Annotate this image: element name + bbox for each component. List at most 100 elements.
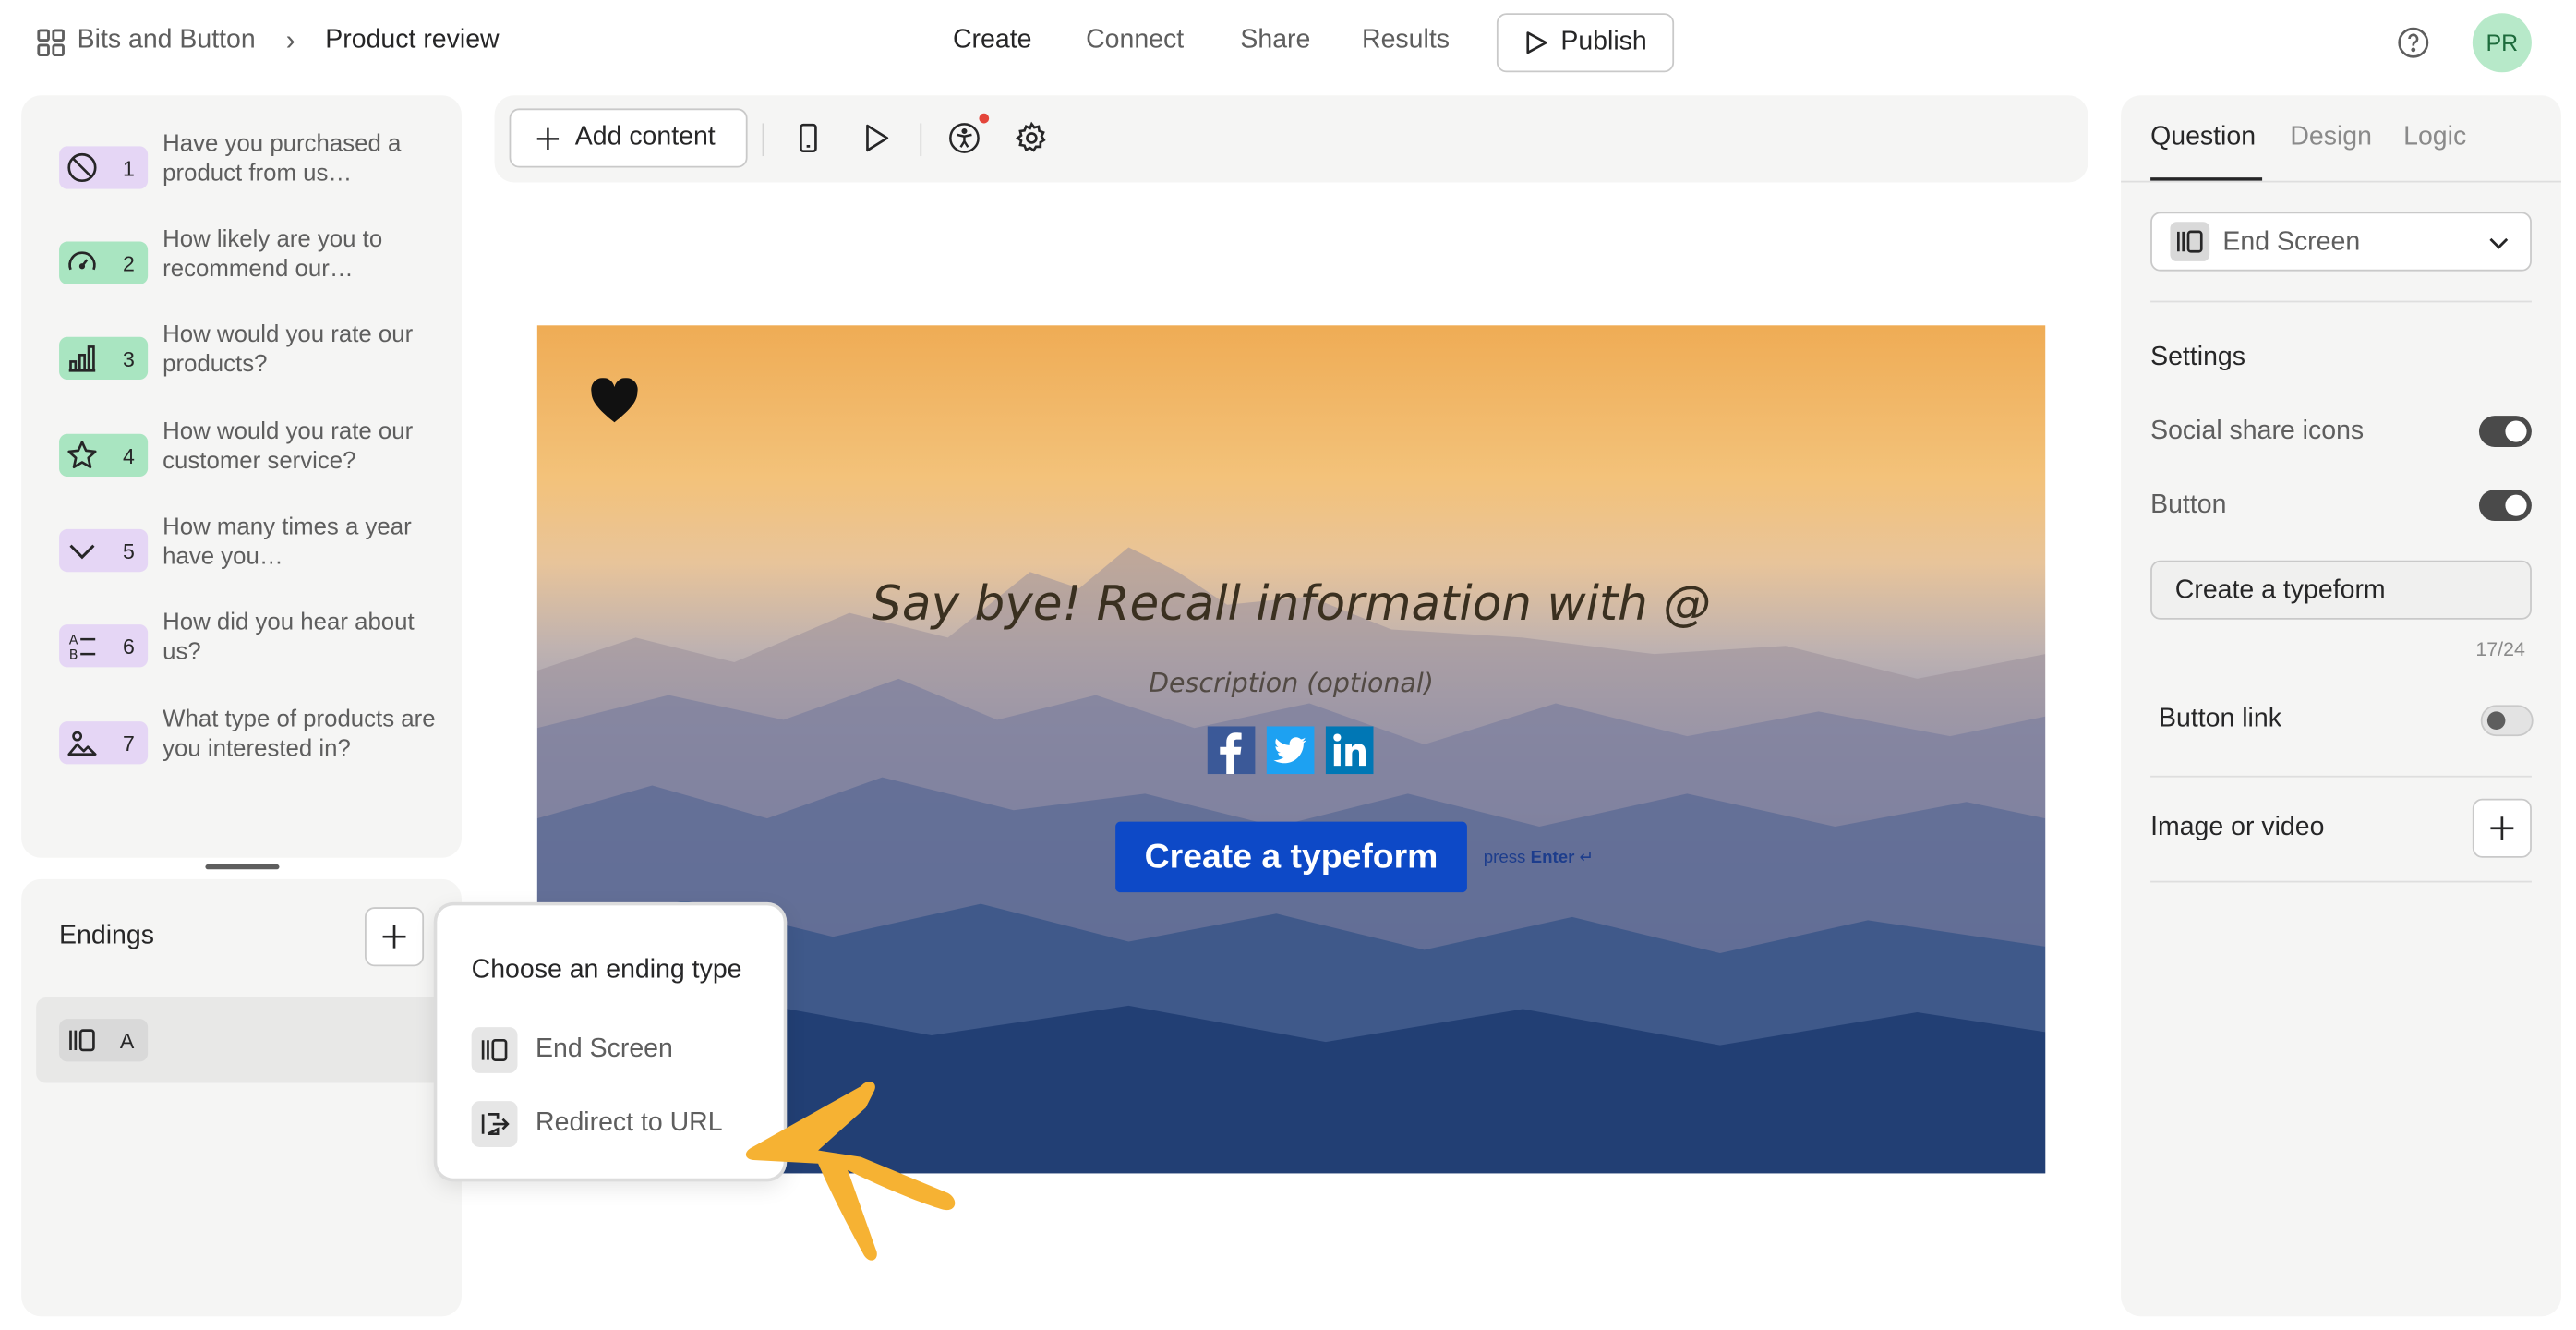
apps-grid-icon[interactable] xyxy=(36,28,66,57)
question-item-5[interactable]: 5 How many times a year have you… xyxy=(36,514,430,605)
ending-description[interactable]: Description (optional) xyxy=(537,667,2045,698)
tab-create[interactable]: Create xyxy=(953,26,1031,55)
publish-label: Publish xyxy=(1560,28,1647,56)
question-badge: 5 xyxy=(59,528,149,573)
top-bar: Bits and Button › Product review Create … xyxy=(0,0,2576,86)
publish-button[interactable]: Publish xyxy=(1496,13,1675,73)
hint-enter-arrow: ↵ xyxy=(1579,848,1595,868)
question-badge: 1 xyxy=(59,146,149,189)
facebook-icon[interactable] xyxy=(1207,726,1256,775)
toolbar-divider xyxy=(920,123,922,157)
toolbar-divider xyxy=(762,123,764,157)
notification-dot xyxy=(979,113,990,124)
question-item-1[interactable]: 1 Have you purchased a product from us… xyxy=(36,131,430,222)
question-item-2[interactable]: 2 How likely are you to recommend our… xyxy=(36,227,430,317)
question-list-panel: 1 Have you purchased a product from us… … xyxy=(21,95,462,858)
svg-text:B: B xyxy=(69,647,78,662)
heart-icon xyxy=(590,378,639,424)
star-icon xyxy=(66,439,99,472)
tab-connect[interactable]: Connect xyxy=(1086,26,1184,55)
endings-title: Endings xyxy=(59,922,154,950)
button-link-toggle[interactable] xyxy=(2480,705,2534,737)
button-toggle[interactable] xyxy=(2478,490,2532,522)
social-share-toggle[interactable] xyxy=(2478,416,2532,447)
form-name[interactable]: Product review xyxy=(325,26,499,55)
redirect-icon xyxy=(471,1101,518,1147)
question-item-3[interactable]: 3 How would you rate our products? xyxy=(36,322,430,413)
question-badge: 3 xyxy=(59,336,149,381)
question-number: 1 xyxy=(123,156,135,181)
pointer-arrow-annotation xyxy=(745,1082,956,1261)
workspace-link[interactable]: Bits and Button xyxy=(78,26,256,55)
tab-design[interactable]: Design xyxy=(2290,123,2372,152)
settings-gear-icon[interactable] xyxy=(1016,121,1049,155)
breadcrumb-separator: › xyxy=(285,24,295,56)
question-text: How would you rate our products? xyxy=(163,321,414,379)
question-item-6[interactable]: AB 6 How did you hear about us? xyxy=(36,610,430,700)
button-setting-label: Button xyxy=(2150,491,2227,520)
social-share-label: Social share icons xyxy=(2150,417,2365,446)
question-text: How would you rate our customer service? xyxy=(163,418,414,476)
tab-question[interactable]: Question xyxy=(2150,123,2256,152)
twitter-icon[interactable] xyxy=(1266,726,1315,775)
panel-resize-handle[interactable] xyxy=(205,864,280,870)
end-screen-icon xyxy=(471,1027,518,1073)
social-share-icons xyxy=(1207,726,1375,775)
hint-key-text: Enter xyxy=(1530,848,1575,868)
popup-title: Choose an ending type xyxy=(471,956,742,985)
tab-share[interactable]: Share xyxy=(1240,26,1310,55)
end-screen-icon xyxy=(66,1024,99,1058)
character-count: 17/24 xyxy=(2475,637,2525,661)
question-text: How did you hear about us? xyxy=(163,610,415,666)
option-label: End Screen xyxy=(536,1034,673,1064)
question-item-7[interactable]: 7 What type of products are you interest… xyxy=(36,707,436,797)
add-content-button[interactable]: Add content xyxy=(509,108,748,168)
press-enter-hint: press Enter ↵ xyxy=(1484,848,1595,867)
settings-title: Settings xyxy=(2150,343,2245,372)
linkedin-icon[interactable] xyxy=(1325,726,1374,775)
plus-icon xyxy=(2489,816,2515,841)
question-text: Have you purchased a product from us… xyxy=(163,131,402,187)
ending-title[interactable]: Say bye! Recall information with @ xyxy=(537,575,2045,631)
button-text-input[interactable]: Create a typeform xyxy=(2150,560,2532,620)
help-icon[interactable] xyxy=(2397,26,2430,59)
image-video-label: Image or video xyxy=(2150,813,2325,842)
play-icon xyxy=(1523,30,1548,55)
button-link-label: Button link xyxy=(2159,705,2281,733)
ending-item[interactable]: A xyxy=(36,998,444,1083)
create-typeform-cta-button[interactable]: Create a typeform xyxy=(1115,821,1467,893)
button-text-value: Create a typeform xyxy=(2174,576,2386,605)
picture-choice-icon xyxy=(66,726,99,759)
chevron-down-icon xyxy=(2487,232,2510,255)
accessibility-icon[interactable] xyxy=(948,122,981,155)
avatar[interactable]: PR xyxy=(2472,13,2532,73)
question-number: 7 xyxy=(123,731,135,756)
question-item-4[interactable]: 4 How would you rate our customer servic… xyxy=(36,419,430,510)
tabs-divider xyxy=(2121,180,2561,183)
add-content-label: Add content xyxy=(574,123,716,151)
question-number: 5 xyxy=(123,538,135,564)
multiple-choice-icon: AB xyxy=(66,629,99,662)
add-image-video-button[interactable] xyxy=(2472,798,2532,858)
no-entry-icon xyxy=(66,151,99,185)
bar-chart-icon xyxy=(66,342,99,375)
chevron-down-icon xyxy=(66,534,99,567)
hint-press-text: press xyxy=(1483,848,1526,868)
preview-play-icon[interactable] xyxy=(860,122,893,155)
plus-icon xyxy=(536,127,560,151)
question-number: 4 xyxy=(123,443,135,469)
tab-logic[interactable]: Logic xyxy=(2403,123,2466,152)
add-ending-button[interactable] xyxy=(365,907,425,967)
gauge-icon xyxy=(66,247,99,280)
ending-label: A xyxy=(119,1028,135,1054)
ending-badge: A xyxy=(59,1019,149,1062)
question-number: 3 xyxy=(123,346,135,372)
question-type-select[interactable]: End Screen xyxy=(2150,212,2532,272)
canvas-toolbar: Add content xyxy=(494,95,2088,183)
tab-results[interactable]: Results xyxy=(1362,26,1450,55)
mobile-preview-icon[interactable] xyxy=(792,122,825,155)
question-badge: 4 xyxy=(59,433,149,477)
question-badge: 2 xyxy=(59,241,149,284)
section-divider xyxy=(2150,880,2532,883)
endings-panel: Endings A xyxy=(21,878,462,1317)
